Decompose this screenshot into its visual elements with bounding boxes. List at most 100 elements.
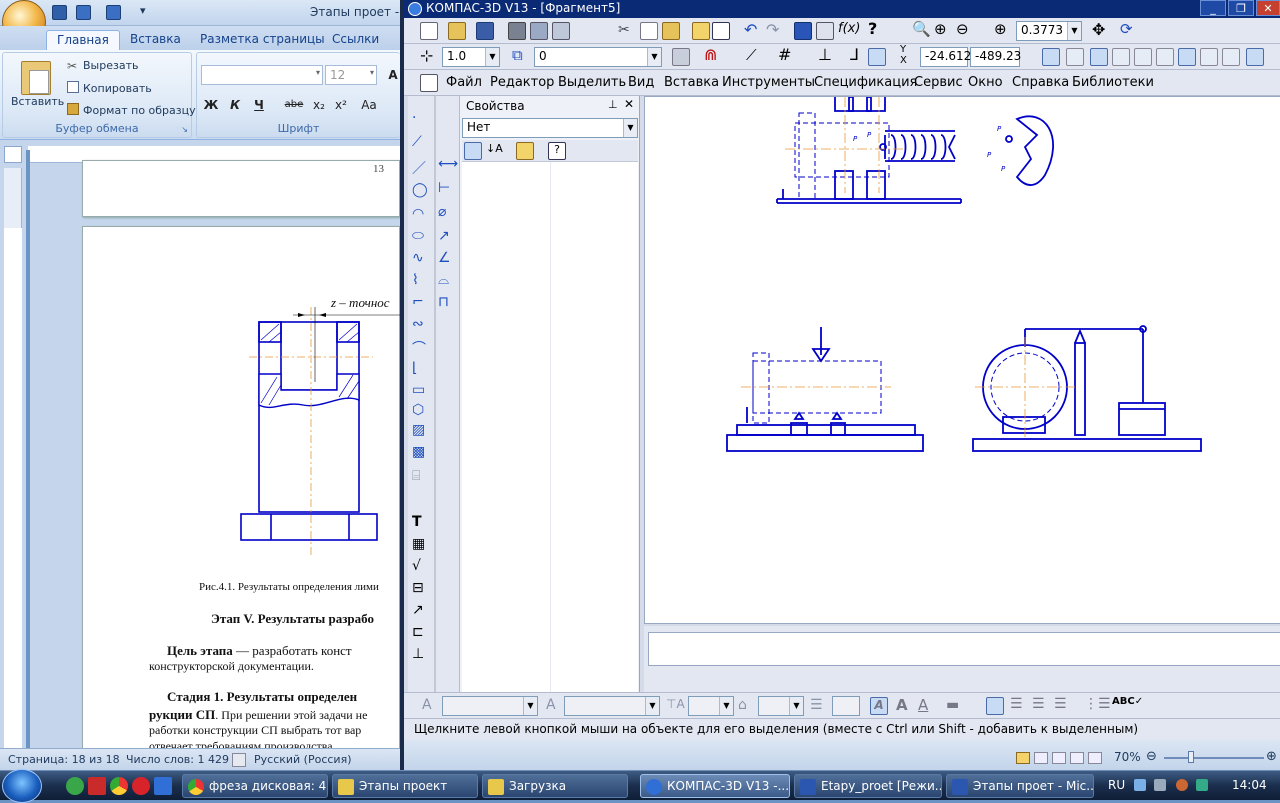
- quicklaunch-show-desktop-icon[interactable]: [154, 777, 172, 795]
- language-indicator[interactable]: RU: [1108, 778, 1125, 792]
- ortho-icon[interactable]: ⟋: [746, 46, 757, 64]
- help-icon[interactable]: ?: [868, 19, 877, 38]
- snap-center-icon[interactable]: [1156, 48, 1174, 66]
- quicklaunch-acrobat-icon[interactable]: [88, 777, 106, 795]
- paste-icon[interactable]: [21, 61, 51, 95]
- line-spacing-input[interactable]: [832, 696, 860, 716]
- taskbar-item-word-etapy-proet[interactable]: Этапы проет - Mic...: [946, 774, 1094, 798]
- zoom-scale-icon[interactable]: ⊕: [994, 20, 1007, 38]
- point-icon[interactable]: ·: [412, 110, 430, 128]
- change-case-button[interactable]: Aa: [355, 95, 383, 115]
- redo-icon[interactable]: ↷: [766, 20, 779, 39]
- arc-icon[interactable]: ◠: [412, 206, 430, 224]
- zoom-input[interactable]: 0.3773 ▼: [1016, 21, 1082, 41]
- snap-circle-icon[interactable]: [1222, 48, 1240, 66]
- copy-button[interactable]: Копировать: [83, 82, 152, 95]
- ellipse-icon[interactable]: ⬭: [412, 228, 430, 246]
- font-name-box[interactable]: ▾: [201, 65, 323, 85]
- base-icon[interactable]: ⊟: [412, 580, 430, 598]
- clock[interactable]: 14:04: [1232, 778, 1267, 792]
- zoom-slider[interactable]: [1164, 757, 1264, 759]
- manager-icon[interactable]: [794, 22, 812, 40]
- menu-editor[interactable]: Редактор: [490, 75, 554, 90]
- tray-network-icon[interactable]: [1134, 779, 1146, 791]
- undo-icon[interactable]: [76, 5, 91, 20]
- object-filter-icon[interactable]: [516, 142, 534, 160]
- menu-tools[interactable]: Инструменты: [722, 75, 815, 90]
- tolerance-icon[interactable]: ⊏: [412, 624, 430, 642]
- web-layout-icon[interactable]: [1052, 752, 1066, 764]
- pan-icon[interactable]: ✥: [1092, 20, 1105, 39]
- tab-home[interactable]: Главная: [46, 30, 120, 50]
- strikethrough-button[interactable]: abe: [281, 95, 307, 115]
- font-size-input[interactable]: ▼: [688, 696, 734, 716]
- quicklaunch-opera-icon[interactable]: [132, 777, 150, 795]
- snap-point-icon[interactable]: [1042, 48, 1060, 66]
- command-input-area[interactable]: [648, 632, 1280, 666]
- redo-icon[interactable]: [106, 5, 121, 20]
- auxiliary-line-icon[interactable]: ⟋: [412, 134, 430, 152]
- rectangle-icon[interactable]: ▭: [412, 382, 430, 400]
- taskbar-item-kompas[interactable]: КОМПАС-3D V13 -...: [640, 774, 790, 798]
- dimension-icon[interactable]: ⟷: [438, 156, 458, 174]
- paste-button[interactable]: Вставить: [11, 95, 64, 108]
- font-style-input[interactable]: ▼: [564, 696, 660, 716]
- linear-dimension-icon[interactable]: ⊢: [438, 180, 456, 198]
- snap-intersection-icon[interactable]: [1090, 48, 1108, 66]
- italic-button[interactable]: К: [225, 95, 245, 115]
- ruler-tab-selector[interactable]: [4, 146, 22, 163]
- maximize-button[interactable]: ❐: [1228, 0, 1254, 16]
- qat-customize-icon[interactable]: ▾: [140, 4, 146, 17]
- text-icon[interactable]: T: [412, 514, 430, 532]
- bold-icon[interactable]: A: [896, 696, 908, 714]
- quicklaunch-browser-icon[interactable]: [66, 777, 84, 795]
- layer-properties-icon[interactable]: [672, 48, 690, 66]
- menu-file[interactable]: Файл: [446, 75, 482, 90]
- font-size-box[interactable]: 12 ▾: [325, 65, 377, 85]
- menu-help[interactable]: Справка: [1012, 75, 1069, 90]
- angle-dimension-icon[interactable]: ∠: [438, 250, 456, 268]
- new-document-icon[interactable]: [420, 22, 438, 40]
- fill-icon[interactable]: ▩: [412, 444, 430, 462]
- library-icon[interactable]: [816, 22, 834, 40]
- minimize-button[interactable]: _: [1200, 0, 1226, 16]
- taskbar-item-browser[interactable]: фреза дисковая: 4...: [182, 774, 328, 798]
- list-icon[interactable]: ⋮☰: [1084, 696, 1111, 712]
- snap-tangent-icon[interactable]: [1112, 48, 1130, 66]
- font-name-input[interactable]: ▼: [442, 696, 538, 716]
- close-button[interactable]: ✕: [1256, 0, 1280, 16]
- coord-y-input[interactable]: -489.23: [970, 47, 1021, 67]
- menu-libraries[interactable]: Библиотеки: [1072, 75, 1154, 90]
- arc-dimension-icon[interactable]: ⌓: [438, 272, 456, 290]
- menu-service[interactable]: Сервис: [914, 75, 963, 90]
- zoom-window-icon[interactable]: 🔍: [912, 20, 931, 38]
- parametric-icon[interactable]: [868, 48, 886, 66]
- nurbs-icon[interactable]: ∾: [412, 316, 430, 334]
- bezier-icon[interactable]: ⌐: [412, 294, 430, 312]
- snap-nearest-icon[interactable]: [1178, 48, 1196, 66]
- menu-window[interactable]: Окно: [968, 75, 1003, 90]
- dialog-launcher-icon[interactable]: ↘: [181, 125, 188, 134]
- close-panel-icon[interactable]: ✕: [624, 97, 634, 111]
- italic-icon[interactable]: A: [870, 697, 888, 715]
- hatch-icon[interactable]: ▨: [412, 422, 430, 440]
- superscript-button[interactable]: x²: [331, 95, 351, 115]
- preview-icon[interactable]: [530, 22, 548, 40]
- spline-icon[interactable]: ∿: [412, 250, 430, 268]
- print-preview-icon[interactable]: [552, 22, 570, 40]
- properties-selector[interactable]: Нет ▼: [462, 118, 638, 138]
- roughness-icon[interactable]: √: [412, 558, 430, 576]
- zoom-out-button[interactable]: ⊖: [1146, 749, 1157, 764]
- coord-x-input[interactable]: -24.612: [920, 47, 971, 67]
- categorized-icon[interactable]: [464, 142, 482, 160]
- save-icon[interactable]: [476, 22, 494, 40]
- cut-icon[interactable]: ✂: [618, 22, 630, 38]
- menu-insert[interactable]: Вставка: [664, 75, 719, 90]
- cut-line-icon[interactable]: ⊥: [412, 646, 430, 664]
- copy-icon[interactable]: [640, 22, 658, 40]
- print-icon[interactable]: [508, 22, 526, 40]
- fillet-icon[interactable]: ⌒: [412, 338, 430, 357]
- diameter-dimension-icon[interactable]: ⌀: [438, 204, 456, 222]
- save-icon[interactable]: [52, 5, 67, 20]
- bold-button[interactable]: Ж: [201, 95, 221, 115]
